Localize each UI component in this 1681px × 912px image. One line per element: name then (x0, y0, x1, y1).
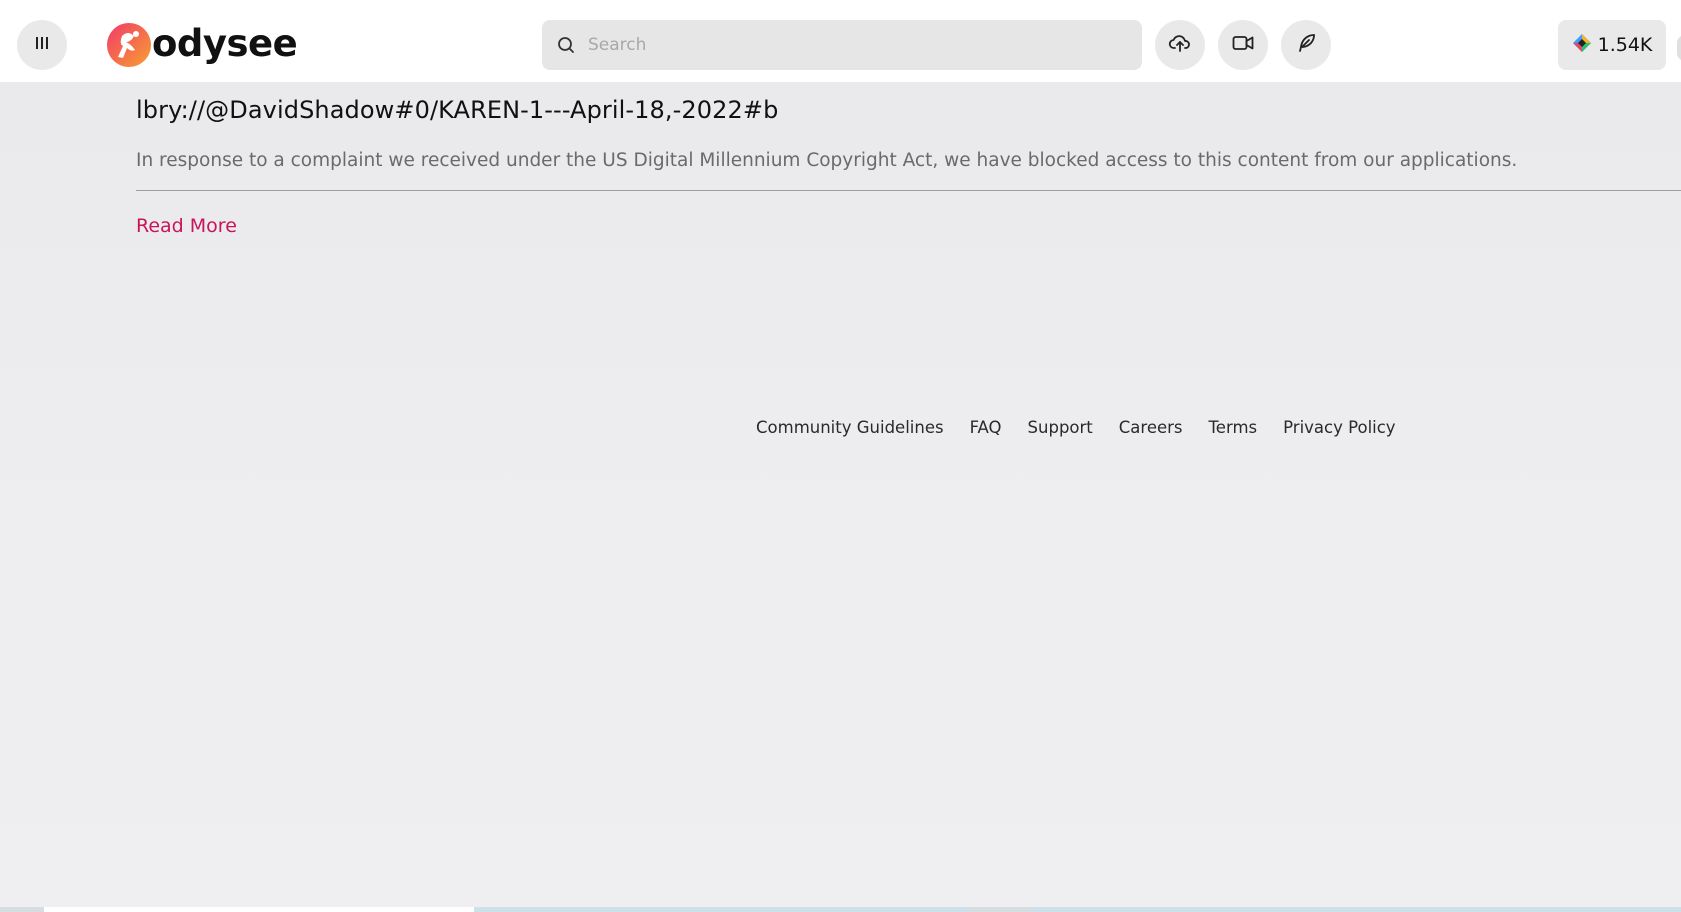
claim-url: lbry://@DavidShadow#0/KAREN-1---April-18… (136, 96, 779, 124)
footer-link-support[interactable]: Support (1028, 418, 1093, 437)
taskbar-segment (44, 907, 474, 912)
lbc-credits-icon (1572, 33, 1592, 57)
footer-link-terms[interactable]: Terms (1209, 418, 1258, 437)
footer-link-community-guidelines[interactable]: Community Guidelines (756, 418, 944, 437)
dmca-message: In response to a complaint we received u… (136, 150, 1518, 171)
search-box[interactable] (542, 20, 1142, 70)
wallet-button[interactable]: 1.54K (1558, 20, 1666, 70)
logo-text: odysee (152, 21, 298, 65)
search-icon (556, 35, 576, 55)
upload-button[interactable] (1155, 20, 1205, 70)
feather-icon (1294, 31, 1318, 59)
footer-link-faq[interactable]: FAQ (970, 418, 1002, 437)
divider (136, 190, 1681, 191)
cloud-upload-icon (1168, 31, 1192, 59)
read-more-link[interactable]: Read More (136, 215, 237, 237)
taskbar-segment (474, 907, 970, 912)
wallet-balance: 1.54K (1597, 34, 1653, 56)
taskbar-segment (1030, 907, 1681, 912)
footer-link-privacy-policy[interactable]: Privacy Policy (1283, 418, 1395, 437)
post-button[interactable] (1281, 20, 1331, 70)
avatar-button[interactable] (1677, 35, 1681, 61)
footer-link-careers[interactable]: Careers (1119, 418, 1183, 437)
odysee-logo[interactable]: odysee (106, 21, 298, 69)
search-input[interactable] (586, 21, 1130, 69)
go-live-button[interactable] (1218, 20, 1268, 70)
header: odysee Search 1.54K (0, 7, 1681, 82)
odysee-logo-icon (107, 23, 151, 67)
page: odysee Search 1.54K lbry://@DavidShadow#… (0, 0, 1681, 912)
bottom-taskbar-strip (0, 907, 1681, 912)
menu-icon (34, 35, 50, 55)
menu-button[interactable] (17, 20, 67, 70)
video-camera-icon (1231, 31, 1255, 59)
footer-links: Community Guidelines FAQ Support Careers… (756, 418, 1396, 437)
